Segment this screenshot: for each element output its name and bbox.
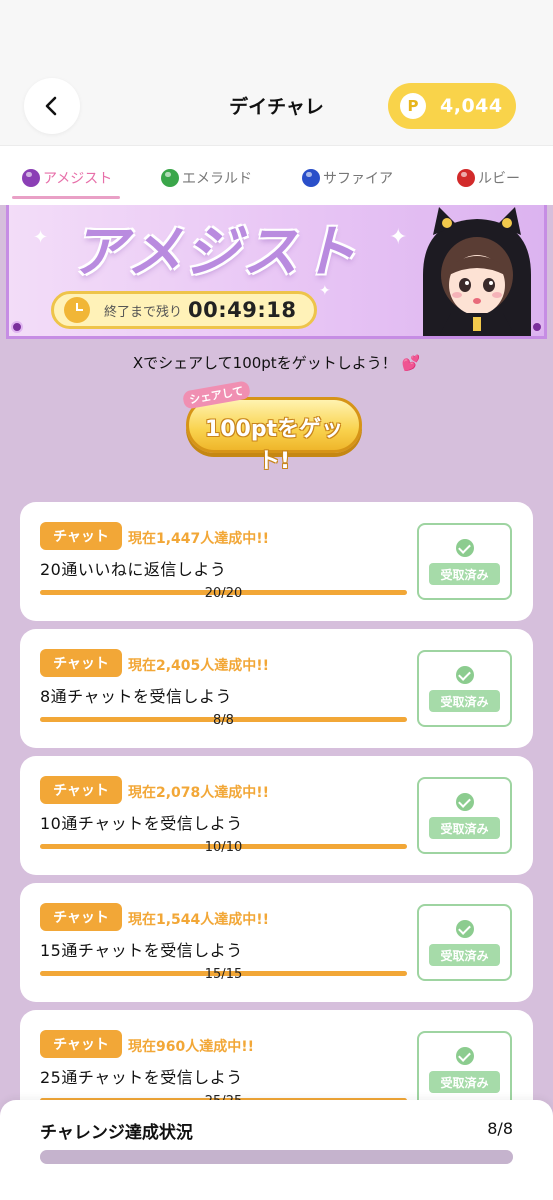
category-badge: チャット bbox=[40, 522, 122, 550]
clock-icon bbox=[64, 297, 90, 323]
check-icon bbox=[456, 539, 474, 557]
point-coin-icon: P bbox=[400, 93, 426, 119]
tab-sapphire[interactable]: サファイア bbox=[302, 168, 393, 188]
sparkle-icon: ✦ bbox=[389, 225, 408, 250]
category-badge: チャット bbox=[40, 776, 122, 804]
claimed-button[interactable]: 受取済み bbox=[417, 904, 512, 981]
claimed-button[interactable]: 受取済み bbox=[417, 650, 512, 727]
claimed-button[interactable]: 受取済み bbox=[417, 523, 512, 600]
points-value: 4,044 bbox=[440, 95, 503, 117]
sparkle-icon: ✦ bbox=[33, 227, 49, 248]
achieved-count: 現在2,405人達成中!! bbox=[128, 658, 270, 674]
sapphire-gem-icon bbox=[302, 169, 320, 187]
achieved-count: 現在2,078人達成中!! bbox=[128, 785, 270, 801]
mission-title: 10通チャットを受信しよう bbox=[40, 814, 243, 833]
countdown-timer: 終了まで残り 00:49:18 bbox=[51, 291, 317, 329]
category-badge: チャット bbox=[40, 649, 122, 677]
timer-label: 終了まで残り bbox=[104, 304, 183, 320]
progress-label: 8/8 bbox=[213, 713, 234, 728]
character-illustration bbox=[423, 207, 531, 336]
emerald-gem-icon bbox=[161, 169, 179, 187]
achieved-count: 現在1,447人達成中!! bbox=[128, 531, 270, 547]
achieved-count: 現在960人達成中!! bbox=[128, 1039, 254, 1055]
claimed-label: 受取済み bbox=[429, 690, 500, 712]
banner-title: アメジスト bbox=[71, 220, 359, 285]
amethyst-gem-icon bbox=[22, 169, 40, 187]
tab-label: アメジスト bbox=[43, 171, 113, 187]
amethyst-gem-icon bbox=[531, 321, 543, 333]
claimed-label: 受取済み bbox=[429, 817, 500, 839]
tab-ruby[interactable]: ルビー bbox=[457, 168, 520, 188]
check-icon bbox=[456, 793, 474, 811]
claimed-label: 受取済み bbox=[429, 1071, 500, 1093]
check-icon bbox=[456, 666, 474, 684]
event-banner: ✦ ✦ ✦ アメジスト 終了まで残り 00:49:18 bbox=[6, 205, 547, 339]
tab-label: エメラルド bbox=[182, 171, 252, 187]
mission-title: 25通チャットを受信しよう bbox=[40, 1068, 243, 1087]
category-badge: チャット bbox=[40, 903, 122, 931]
check-icon bbox=[456, 920, 474, 938]
claimed-button[interactable]: 受取済み bbox=[417, 777, 512, 854]
progress-label: 10/10 bbox=[204, 840, 243, 855]
mission-card: チャット 現在2,078人達成中!! 10通チャットを受信しよう 10/10 受… bbox=[20, 756, 533, 875]
mission-card: チャット 現在1,544人達成中!! 15通チャットを受信しよう 15/15 受… bbox=[20, 883, 533, 1002]
status-progress-fill bbox=[40, 1150, 513, 1164]
ruby-gem-icon bbox=[457, 169, 475, 187]
share-button-small-label: シェアして bbox=[181, 380, 251, 410]
share-button-label: 100ptをゲット! bbox=[204, 417, 344, 474]
tab-emerald[interactable]: エメラルド bbox=[161, 168, 252, 188]
mission-title: 15通チャットを受信しよう bbox=[40, 941, 243, 960]
challenge-status-panel: チャレンジ達成状況 8/8 bbox=[0, 1100, 553, 1200]
share-description: Xでシェアして100ptをゲットしよう！ 💕 bbox=[0, 352, 553, 373]
status-count: 8/8 bbox=[487, 1119, 513, 1138]
share-get-points-button[interactable]: シェアして 100ptをゲット! bbox=[181, 380, 362, 474]
progress-label: 20/20 bbox=[204, 586, 243, 601]
progress-label: 15/15 bbox=[204, 967, 243, 982]
tab-label: ルビー bbox=[478, 171, 520, 187]
header: デイチャレ P 4,044 bbox=[0, 70, 553, 145]
share-text: Xでシェアして100ptをゲットしよう！ bbox=[132, 354, 397, 372]
status-title: チャレンジ達成状況 bbox=[40, 1123, 193, 1143]
tab-label: サファイア bbox=[323, 171, 393, 187]
status-progress-bar bbox=[40, 1150, 513, 1164]
active-tab-indicator bbox=[12, 196, 120, 199]
heart-icon: 💕 bbox=[401, 354, 421, 372]
check-icon bbox=[456, 1047, 474, 1065]
amethyst-gem-icon bbox=[11, 321, 23, 333]
mission-card: チャット 現在2,405人達成中!! 8通チャットを受信しよう 8/8 受取済み bbox=[20, 629, 533, 748]
achieved-count: 現在1,544人達成中!! bbox=[128, 912, 270, 928]
claimed-label: 受取済み bbox=[429, 944, 500, 966]
mission-title: 8通チャットを受信しよう bbox=[40, 687, 233, 706]
claimed-button[interactable]: 受取済み bbox=[417, 1031, 512, 1108]
tab-amethyst[interactable]: アメジスト bbox=[22, 168, 112, 188]
category-badge: チャット bbox=[40, 1030, 122, 1058]
timer-value: 00:49:18 bbox=[188, 298, 297, 322]
mission-card: チャット 現在1,447人達成中!! 20通いいねに返信しよう 20/20 受取… bbox=[20, 502, 533, 621]
points-balance[interactable]: P 4,044 bbox=[388, 83, 516, 129]
gem-tabs: アメジスト エメラルド サファイア ルビー bbox=[0, 145, 553, 205]
mission-title: 20通いいねに返信しよう bbox=[40, 560, 227, 579]
claimed-label: 受取済み bbox=[429, 563, 500, 585]
